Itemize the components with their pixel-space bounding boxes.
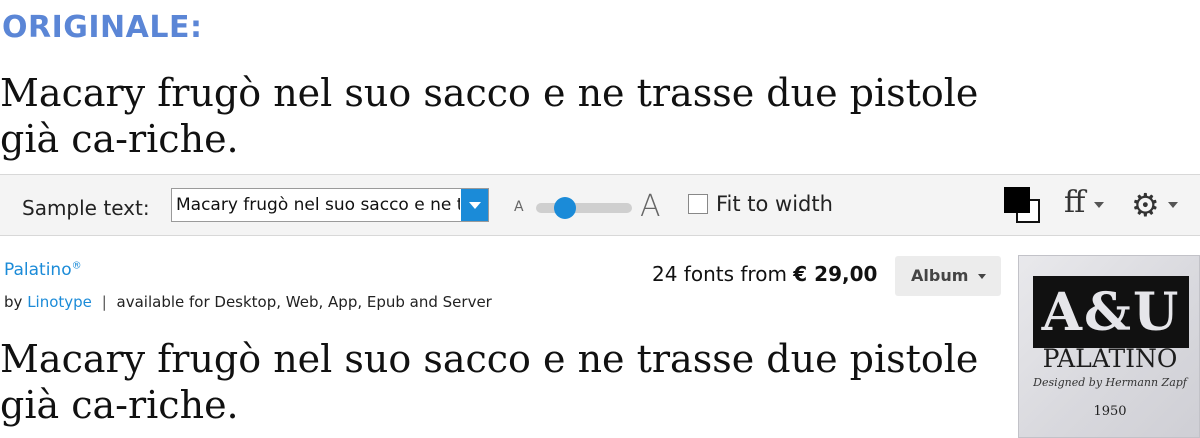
foundry-line: by Linotype | available for Desktop, Web… xyxy=(4,293,492,311)
album-button[interactable]: Album xyxy=(895,256,1001,296)
page-heading: ORIGINALE: xyxy=(2,10,203,45)
font-size-slider[interactable] xyxy=(536,203,632,213)
chevron-down-icon xyxy=(1094,202,1104,208)
fit-to-width-checkbox[interactable] xyxy=(688,194,708,214)
price-value: € 29,00 xyxy=(793,262,878,286)
thumbnail-title: PALATINO xyxy=(1042,344,1178,373)
ligature-icon: ff xyxy=(1064,185,1086,220)
font-size-large-icon: A xyxy=(640,189,661,224)
font-size-slider-handle[interactable] xyxy=(553,197,576,219)
fonts-count: 24 fonts from xyxy=(652,262,787,286)
availability-text: available for Desktop, Web, App, Epub an… xyxy=(116,293,492,311)
font-album-thumbnail[interactable]: A&U PALATINO Designed by Hermann Zapf 19… xyxy=(1018,255,1200,438)
sample-text-dropdown-button[interactable] xyxy=(461,189,488,221)
font-preview-text: Macary frugò nel suo sacco e ne trasse d… xyxy=(0,337,979,427)
by-label: by xyxy=(4,293,23,311)
gear-icon: ⚙ xyxy=(1131,186,1160,224)
original-text: Macary frugò nel suo sacco e ne trasse d… xyxy=(0,71,979,161)
sample-toolbar: Sample text: A A Fit to width ff ⚙ xyxy=(0,174,1200,236)
fit-to-width-label[interactable]: Fit to width xyxy=(716,192,833,216)
separator: | xyxy=(101,293,107,311)
settings-button[interactable]: ⚙ xyxy=(1131,188,1160,222)
thumbnail-year: 1950 xyxy=(1093,404,1127,419)
sample-text-combobox[interactable] xyxy=(171,188,489,222)
chevron-down-icon xyxy=(1168,202,1178,208)
thumbnail-subtitle: Designed by Hermann Zapf xyxy=(1033,376,1187,389)
sample-text-input[interactable] xyxy=(172,189,460,221)
font-family-link[interactable]: Palatino® xyxy=(4,260,82,280)
price-info: 24 fonts from € 29,00 xyxy=(652,262,877,286)
chevron-down-icon xyxy=(978,274,986,279)
thumbnail-glyph-panel: A&U xyxy=(1033,276,1189,348)
foreground-color-swatch xyxy=(1004,187,1030,213)
sample-text-label: Sample text: xyxy=(22,196,150,220)
trademark-symbol: ® xyxy=(71,260,82,272)
album-label: Album xyxy=(911,266,969,285)
font-size-small-icon: A xyxy=(514,199,524,215)
foundry-link[interactable]: Linotype xyxy=(27,293,92,311)
thumbnail-glyphs: A&U xyxy=(1041,282,1181,343)
color-picker-button[interactable] xyxy=(1004,187,1042,225)
font-family-name[interactable]: Palatino xyxy=(4,260,72,280)
opentype-features-button[interactable]: ff xyxy=(1064,185,1085,220)
